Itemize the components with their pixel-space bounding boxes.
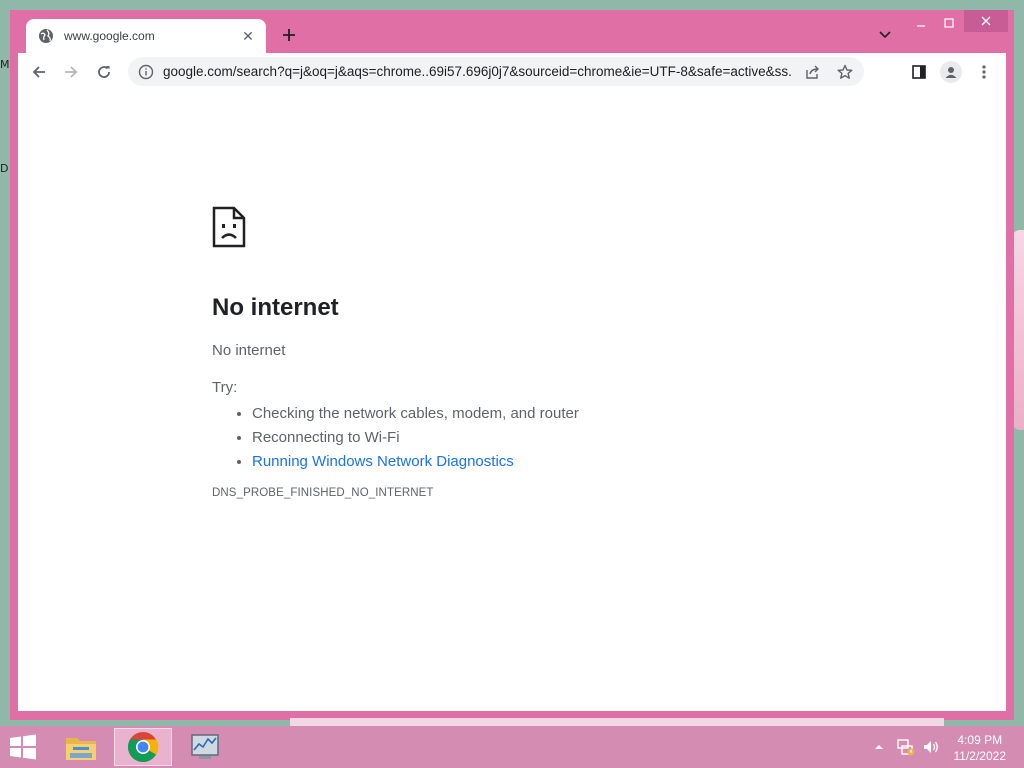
volume-icon [924, 741, 938, 753]
forward-arrow-icon [65, 66, 78, 78]
show-hidden-icons-icon [875, 745, 883, 749]
bookmark-button[interactable] [834, 61, 856, 83]
try-label: Try: [212, 379, 238, 396]
globe-icon [38, 28, 54, 44]
new-tab-button[interactable] [278, 24, 300, 46]
start-button[interactable] [8, 734, 38, 760]
menu-dots-icon [982, 65, 986, 79]
network-diagnostics-link[interactable]: Running Windows Network Diagnostics [252, 453, 514, 470]
bookmark-star-icon [837, 64, 853, 79]
network-tray-button[interactable] [896, 726, 916, 768]
suggestion-item: Checking the network cables, modem, and … [252, 404, 812, 423]
network-icon [897, 739, 915, 756]
taskbar: 4:09 PM 11/2/2022 [0, 726, 1024, 768]
suggestion-list: Checking the network cables, modem, and … [212, 404, 812, 471]
address-bar[interactable]: google.com/search?q=j&oq=j&aqs=chrome..6… [128, 57, 864, 86]
share-button[interactable] [802, 61, 824, 83]
chevron-down-icon [879, 31, 891, 39]
clock-date: 11/2/2022 [953, 749, 1007, 763]
menu-button[interactable] [973, 61, 995, 83]
tab-title: www.google.com [64, 29, 155, 43]
error-page: No internet No internet Try: Checking th… [212, 206, 812, 499]
close-window-button[interactable] [964, 10, 1008, 32]
url-text[interactable]: google.com/search?q=j&oq=j&aqs=chrome..6… [163, 64, 792, 79]
browser-toolbar: google.com/search?q=j&oq=j&aqs=chrome..6… [18, 53, 1006, 91]
system-clock[interactable]: 4:09 PM 11/2/2022 [954, 732, 1007, 764]
error-subheading: No internet [212, 342, 286, 359]
suggestion-item: Running Windows Network Diagnostics [252, 452, 812, 471]
taskbar-file-explorer[interactable] [52, 728, 110, 766]
profile-icon [945, 67, 957, 78]
browser-window: www.google.com ✕ google.com/search?q=j&o… [10, 10, 1014, 720]
chrome-icon [127, 732, 159, 763]
maximize-icon [944, 18, 954, 28]
forward-button[interactable] [60, 61, 82, 83]
minimize-button[interactable] [908, 12, 934, 34]
show-hidden-icons-button[interactable] [874, 726, 884, 768]
file-explorer-icon [66, 738, 96, 760]
clock-time: 4:09 PM [957, 733, 1003, 747]
windows-start-icon [10, 734, 36, 760]
close-icon [981, 16, 991, 26]
info-icon[interactable] [138, 64, 154, 80]
page-viewport: No internet No internet Try: Checking th… [18, 90, 1006, 711]
side-panel-button[interactable] [908, 61, 930, 83]
tab-close-icon[interactable]: ✕ [240, 28, 256, 45]
profile-button[interactable] [940, 61, 962, 83]
maximize-button[interactable] [936, 12, 962, 34]
sad-document-icon [212, 206, 248, 250]
taskbar-performance-monitor[interactable] [176, 728, 234, 766]
desktop-icon-label: D [0, 162, 9, 175]
suggestion-item: Reconnecting to Wi-Fi [252, 428, 812, 447]
reload-icon [98, 66, 110, 78]
performance-monitor-icon [191, 734, 219, 759]
share-icon [806, 65, 819, 79]
volume-tray-button[interactable] [922, 726, 940, 768]
minimize-icon [917, 25, 925, 27]
plus-icon [283, 29, 295, 41]
tab-search-button[interactable] [876, 26, 894, 44]
desktop-icon-label: M [0, 58, 10, 71]
taskbar-chrome[interactable] [114, 728, 172, 766]
reload-button[interactable] [93, 61, 115, 83]
side-panel-icon [912, 65, 926, 79]
error-heading: No internet [212, 294, 339, 321]
back-button[interactable] [28, 61, 50, 83]
tab-google[interactable]: www.google.com ✕ [26, 19, 266, 53]
background-window-edge [290, 718, 944, 726]
error-code: DNS_PROBE_FINISHED_NO_INTERNET [212, 487, 434, 499]
back-arrow-icon [32, 66, 45, 78]
